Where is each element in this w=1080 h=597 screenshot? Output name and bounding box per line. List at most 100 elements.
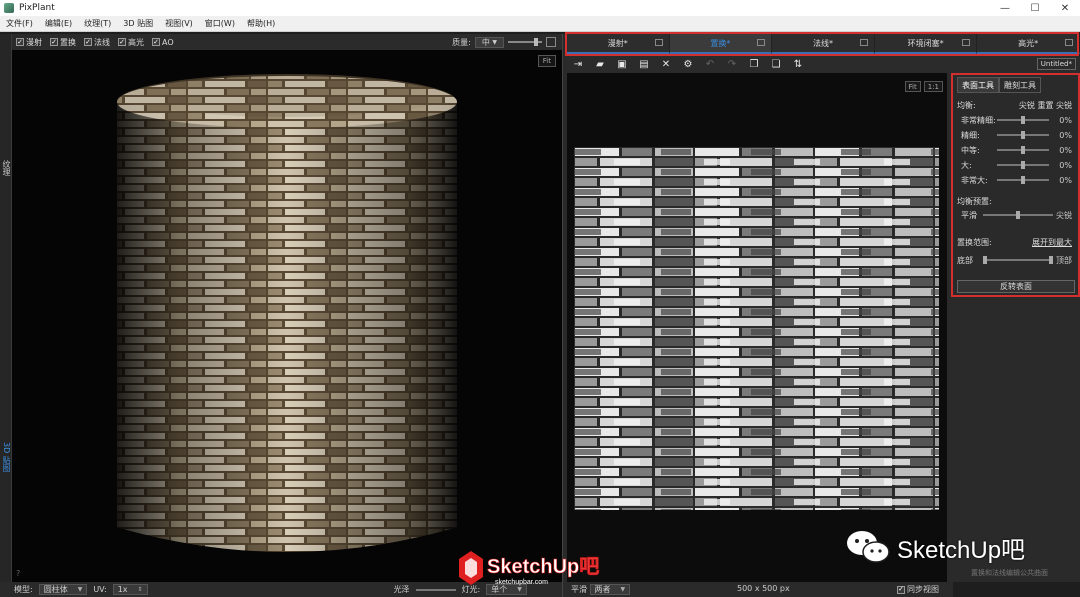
gloss-slider[interactable] bbox=[415, 588, 456, 591]
toggle-ao-label: AO bbox=[162, 37, 174, 47]
wechat-account-name: SketchUp吧 bbox=[897, 536, 1026, 564]
undock-icon[interactable] bbox=[962, 39, 971, 46]
toggle-ao[interactable]: ✓ AO bbox=[152, 38, 174, 47]
very-large-slider[interactable] bbox=[997, 176, 1049, 184]
invert-surface-button[interactable]: 反转表面 bbox=[957, 280, 1075, 293]
checkbox-specular[interactable]: ✓ bbox=[118, 38, 126, 46]
range-max-handle[interactable] bbox=[1049, 256, 1053, 264]
toggle-diffuse[interactable]: ✓ 漫射 bbox=[16, 37, 42, 48]
sync-view-toggle[interactable]: ✓ 同步视图 bbox=[897, 584, 939, 595]
range-slider[interactable] bbox=[983, 256, 1053, 264]
tab-displacement[interactable]: 置换* bbox=[669, 34, 773, 54]
toggle-diffuse-label: 漫射 bbox=[26, 37, 42, 47]
menu-file[interactable]: 文件(F) bbox=[0, 18, 39, 29]
detail-slider[interactable] bbox=[997, 116, 1049, 124]
quality-select[interactable]: 中 ▼ bbox=[474, 36, 504, 48]
large-slider[interactable] bbox=[997, 161, 1049, 169]
detail-row: 非常精细: 0% bbox=[953, 114, 1080, 126]
preset-slider[interactable] bbox=[983, 211, 1053, 219]
model-label: 模型: bbox=[14, 585, 33, 594]
chevron-down-icon: ▼ bbox=[77, 586, 83, 593]
undock-icon[interactable] bbox=[1064, 39, 1073, 46]
sync-view-checkbox[interactable]: ✓ bbox=[897, 585, 905, 594]
preset-label: 均衡预置: bbox=[957, 196, 992, 206]
expand-to-max-link[interactable]: 展开到最大 bbox=[1032, 237, 1072, 248]
slider-handle[interactable] bbox=[1021, 116, 1025, 124]
paste-icon[interactable]: ❏ bbox=[765, 57, 787, 72]
preset-right-label: 尖锐 bbox=[1056, 210, 1072, 220]
toggle-specular-label: 高光 bbox=[128, 37, 144, 47]
save-icon[interactable]: ▣ bbox=[611, 57, 633, 72]
save-as-icon[interactable]: ▤ bbox=[633, 57, 655, 72]
fit-button-2d[interactable]: Fit bbox=[904, 81, 921, 92]
quality-label: 质量: bbox=[452, 37, 471, 47]
document-name[interactable]: Untitled* bbox=[1036, 58, 1076, 70]
actual-size-button[interactable]: 1:1 bbox=[923, 81, 943, 92]
copy-icon[interactable]: ❐ bbox=[743, 57, 765, 72]
slider-handle[interactable] bbox=[1016, 211, 1020, 219]
medium-slider[interactable] bbox=[997, 146, 1049, 154]
slider-handle[interactable] bbox=[1021, 146, 1025, 154]
checkbox-displacement[interactable]: ✓ bbox=[50, 38, 58, 46]
toggle-specular[interactable]: ✓ 高光 bbox=[118, 37, 144, 48]
menu-edit[interactable]: 编辑(E) bbox=[39, 18, 78, 29]
toggle-displacement[interactable]: ✓ 置换 bbox=[50, 37, 76, 48]
wechat-icon bbox=[847, 531, 890, 563]
slider-handle[interactable] bbox=[534, 38, 538, 46]
undo-icon[interactable]: ↶ bbox=[699, 57, 721, 72]
tab-specular[interactable]: 高光* bbox=[977, 34, 1080, 54]
undock-icon[interactable] bbox=[654, 39, 663, 46]
checkbox-normal[interactable]: ✓ bbox=[84, 38, 92, 46]
tab-normal[interactable]: 法线* bbox=[772, 34, 875, 54]
menu-3d-map[interactable]: 3D 贴图 bbox=[117, 18, 159, 29]
checkbox-diffuse[interactable]: ✓ bbox=[16, 38, 24, 46]
help-mark[interactable]: ? bbox=[16, 569, 20, 578]
side-tab-texture[interactable]: 纹理 bbox=[1, 160, 12, 176]
title-bar: PixPlant — ☐ ✕ bbox=[0, 0, 1080, 16]
balance-label: 均衡: bbox=[957, 100, 976, 110]
settings-gear-icon[interactable]: ⚙ bbox=[677, 57, 699, 72]
balance-row: 均衡: 尖锐 重置 尖锐 bbox=[953, 99, 1080, 111]
stepper-icon[interactable]: ⇕ bbox=[138, 586, 143, 593]
slider-handle[interactable] bbox=[1021, 176, 1025, 184]
fine-slider[interactable] bbox=[997, 131, 1049, 139]
tab-sculpt-tools[interactable]: 雕刻工具 bbox=[999, 77, 1041, 93]
tab-ambient-occlusion[interactable]: 环境闭塞* bbox=[874, 34, 978, 54]
open-folder-icon[interactable]: ▰ bbox=[589, 57, 611, 72]
slider-handle[interactable] bbox=[1021, 161, 1025, 169]
checkbox-ao[interactable]: ✓ bbox=[152, 38, 160, 46]
viewport-3d[interactable]: Fit ? bbox=[12, 50, 562, 582]
menu-texture[interactable]: 纹理(T) bbox=[78, 18, 117, 29]
toggle-normal[interactable]: ✓ 法线 bbox=[84, 37, 110, 48]
undock-icon[interactable] bbox=[859, 39, 868, 46]
maximize-button[interactable]: ☐ bbox=[1020, 0, 1050, 16]
quality-slider[interactable] bbox=[508, 38, 542, 46]
detail-value: 0% bbox=[1059, 115, 1072, 125]
redo-icon[interactable]: ↷ bbox=[721, 57, 743, 72]
menu-view[interactable]: 视图(V) bbox=[159, 18, 199, 29]
minimize-button[interactable]: — bbox=[990, 0, 1020, 16]
close-button[interactable]: ✕ bbox=[1050, 0, 1080, 16]
medium-value: 0% bbox=[1059, 145, 1072, 155]
tab-diffuse[interactable]: 漫射* bbox=[567, 34, 670, 54]
slider-handle[interactable] bbox=[1021, 131, 1025, 139]
tab-surface-tools[interactable]: 表面工具 bbox=[957, 77, 999, 93]
side-tab-3d-map[interactable]: 3D 贴图 bbox=[1, 442, 12, 472]
sync-view-checkbox-wrap[interactable]: ✓ bbox=[897, 585, 907, 594]
uv-stepper[interactable]: 1x ⇕ bbox=[112, 584, 148, 595]
menu-help[interactable]: 帮助(H) bbox=[241, 18, 281, 29]
texture-size: 500 x 500 px bbox=[737, 584, 790, 593]
import-icon[interactable]: ⇥ bbox=[567, 57, 589, 72]
undock-icon[interactable] bbox=[757, 39, 766, 46]
texture-2d-view[interactable]: Fit 1:1 bbox=[567, 73, 947, 582]
balance-options[interactable]: 尖锐 重置 尖锐 bbox=[1019, 100, 1072, 111]
menu-window[interactable]: 窗口(W) bbox=[199, 18, 241, 29]
logo-brand-text: SketchUp吧 bbox=[487, 556, 599, 578]
fit-button[interactable]: Fit bbox=[537, 55, 556, 67]
model-select[interactable]: 圆柱体 ▼ bbox=[38, 584, 88, 595]
delete-icon[interactable]: ✕ bbox=[655, 57, 677, 72]
range-min-handle[interactable] bbox=[983, 256, 987, 264]
map-tabs: 漫射* 置换* 法线* 环境闭塞* 高光* bbox=[567, 34, 1080, 54]
swap-icon[interactable]: ⇅ bbox=[787, 57, 809, 72]
detach-view-icon[interactable] bbox=[546, 37, 556, 47]
